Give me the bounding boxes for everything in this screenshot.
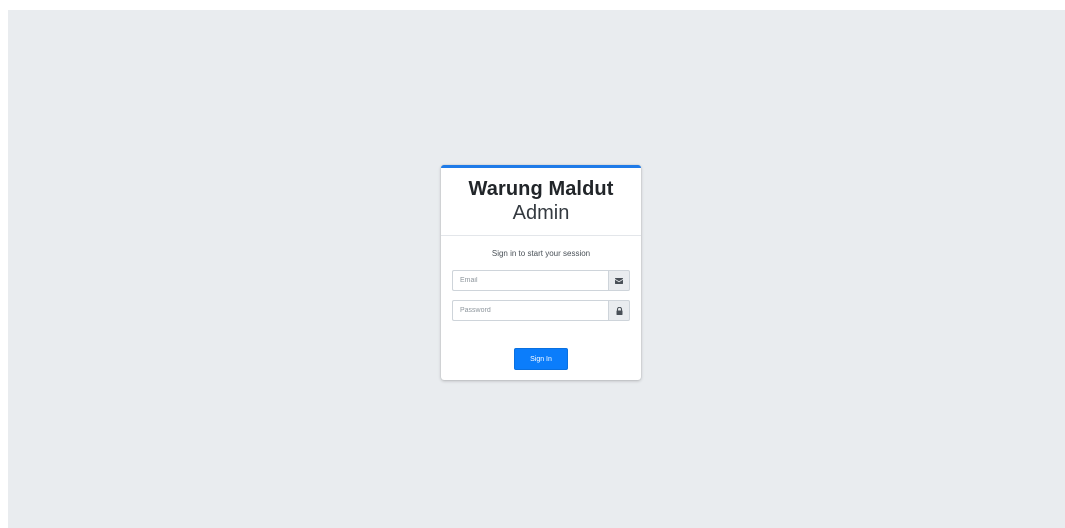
login-page: Warung Maldut Admin Sign in to start you…: [8, 10, 1065, 528]
password-addon: [608, 300, 630, 321]
password-input[interactable]: [452, 300, 608, 321]
brand-subtitle[interactable]: Admin: [441, 200, 641, 226]
password-input-group: [452, 300, 630, 321]
envelope-icon: [615, 277, 623, 284]
sign-in-button[interactable]: Sign In: [514, 348, 568, 370]
email-input[interactable]: [452, 270, 608, 291]
login-box-message: Sign in to start your session: [491, 249, 591, 258]
email-addon: [608, 270, 630, 291]
email-input-group: [452, 270, 630, 291]
lock-icon: [616, 306, 622, 315]
login-card: Warung Maldut Admin Sign in to start you…: [441, 165, 641, 380]
login-card-header: Warung Maldut Admin: [441, 168, 641, 236]
brand-title[interactable]: Warung Maldut: [441, 178, 641, 200]
